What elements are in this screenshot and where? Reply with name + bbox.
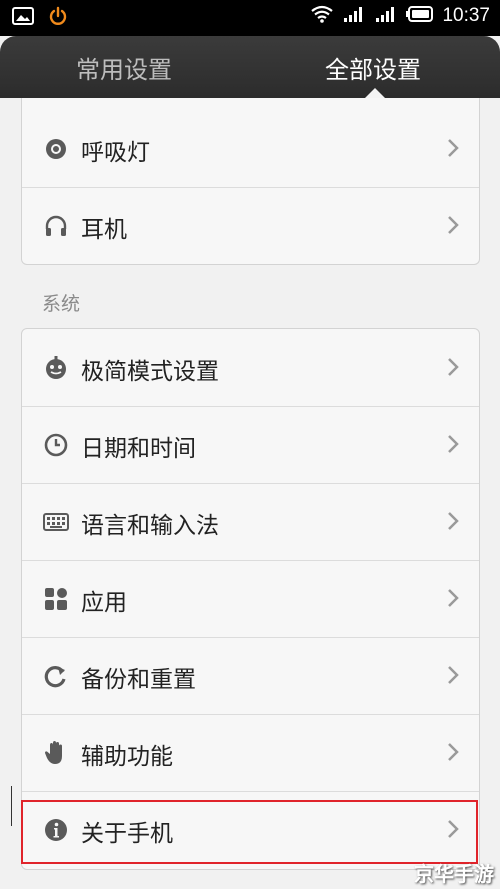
list-item-label: 应用	[81, 590, 127, 616]
battery-icon	[406, 5, 434, 27]
list-item-date-time[interactable]: 日期和时间	[22, 406, 479, 484]
list-item-label: 呼吸灯	[81, 140, 150, 166]
list-item-label: 辅助功能	[81, 744, 173, 770]
list-item-about-phone[interactable]: 关于手机	[22, 791, 479, 868]
list-item-accessibility[interactable]: 辅助功能	[22, 714, 479, 792]
settings-group-personal: 呼吸灯 耳机	[21, 98, 480, 265]
chevron-right-icon	[447, 742, 459, 762]
list-item-backup-reset[interactable]: 备份和重置	[22, 637, 479, 715]
apps-icon	[43, 586, 69, 612]
list-item-label: 极简模式设置	[81, 359, 219, 385]
tab-common-settings[interactable]: 常用设置	[76, 50, 172, 85]
chevron-right-icon	[447, 819, 459, 839]
signal-icon	[374, 5, 398, 27]
settings-tab-bar: 常用设置 全部设置	[0, 36, 500, 98]
breathing-light-icon	[43, 136, 69, 162]
chevron-right-icon	[447, 511, 459, 531]
watermark: 京华手游	[414, 862, 494, 886]
keyboard-icon	[43, 509, 69, 535]
list-item-label: 关于手机	[81, 821, 173, 847]
headphones-icon	[43, 213, 69, 239]
section-title-system: 系统	[42, 293, 81, 315]
list-item-simple-mode[interactable]: 极简模式设置	[22, 329, 479, 407]
signal-icon	[342, 5, 366, 27]
status-bar: 10:37	[0, 0, 500, 36]
list-item-label: 耳机	[81, 217, 127, 243]
gallery-icon	[12, 7, 34, 29]
power-icon	[48, 6, 68, 30]
simple-mode-icon	[43, 355, 69, 381]
list-item-language-input[interactable]: 语言和输入法	[22, 483, 479, 561]
list-item-breathing-light[interactable]: 呼吸灯	[22, 110, 479, 188]
settings-group-system: 极简模式设置 日期和时间 语言和输入法 应用 备份和重置 辅助功能 关于手机	[21, 328, 480, 870]
wifi-icon	[310, 5, 334, 27]
hand-icon	[43, 740, 69, 766]
tab-all-settings[interactable]: 全部设置	[325, 50, 421, 85]
chevron-right-icon	[447, 138, 459, 158]
clock-icon	[43, 432, 69, 458]
list-item-label: 备份和重置	[81, 667, 196, 693]
chevron-right-icon	[447, 588, 459, 608]
status-time: 10:37	[442, 5, 490, 26]
list-item-headphones[interactable]: 耳机	[22, 187, 479, 264]
list-item-label: 日期和时间	[81, 436, 196, 462]
chevron-right-icon	[447, 665, 459, 685]
chevron-right-icon	[447, 357, 459, 377]
info-icon	[43, 817, 69, 843]
chevron-right-icon	[447, 215, 459, 235]
divider	[11, 786, 12, 826]
list-item-label: 语言和输入法	[81, 513, 219, 539]
list-item-apps[interactable]: 应用	[22, 560, 479, 638]
backup-icon	[43, 663, 69, 689]
chevron-right-icon	[447, 434, 459, 454]
